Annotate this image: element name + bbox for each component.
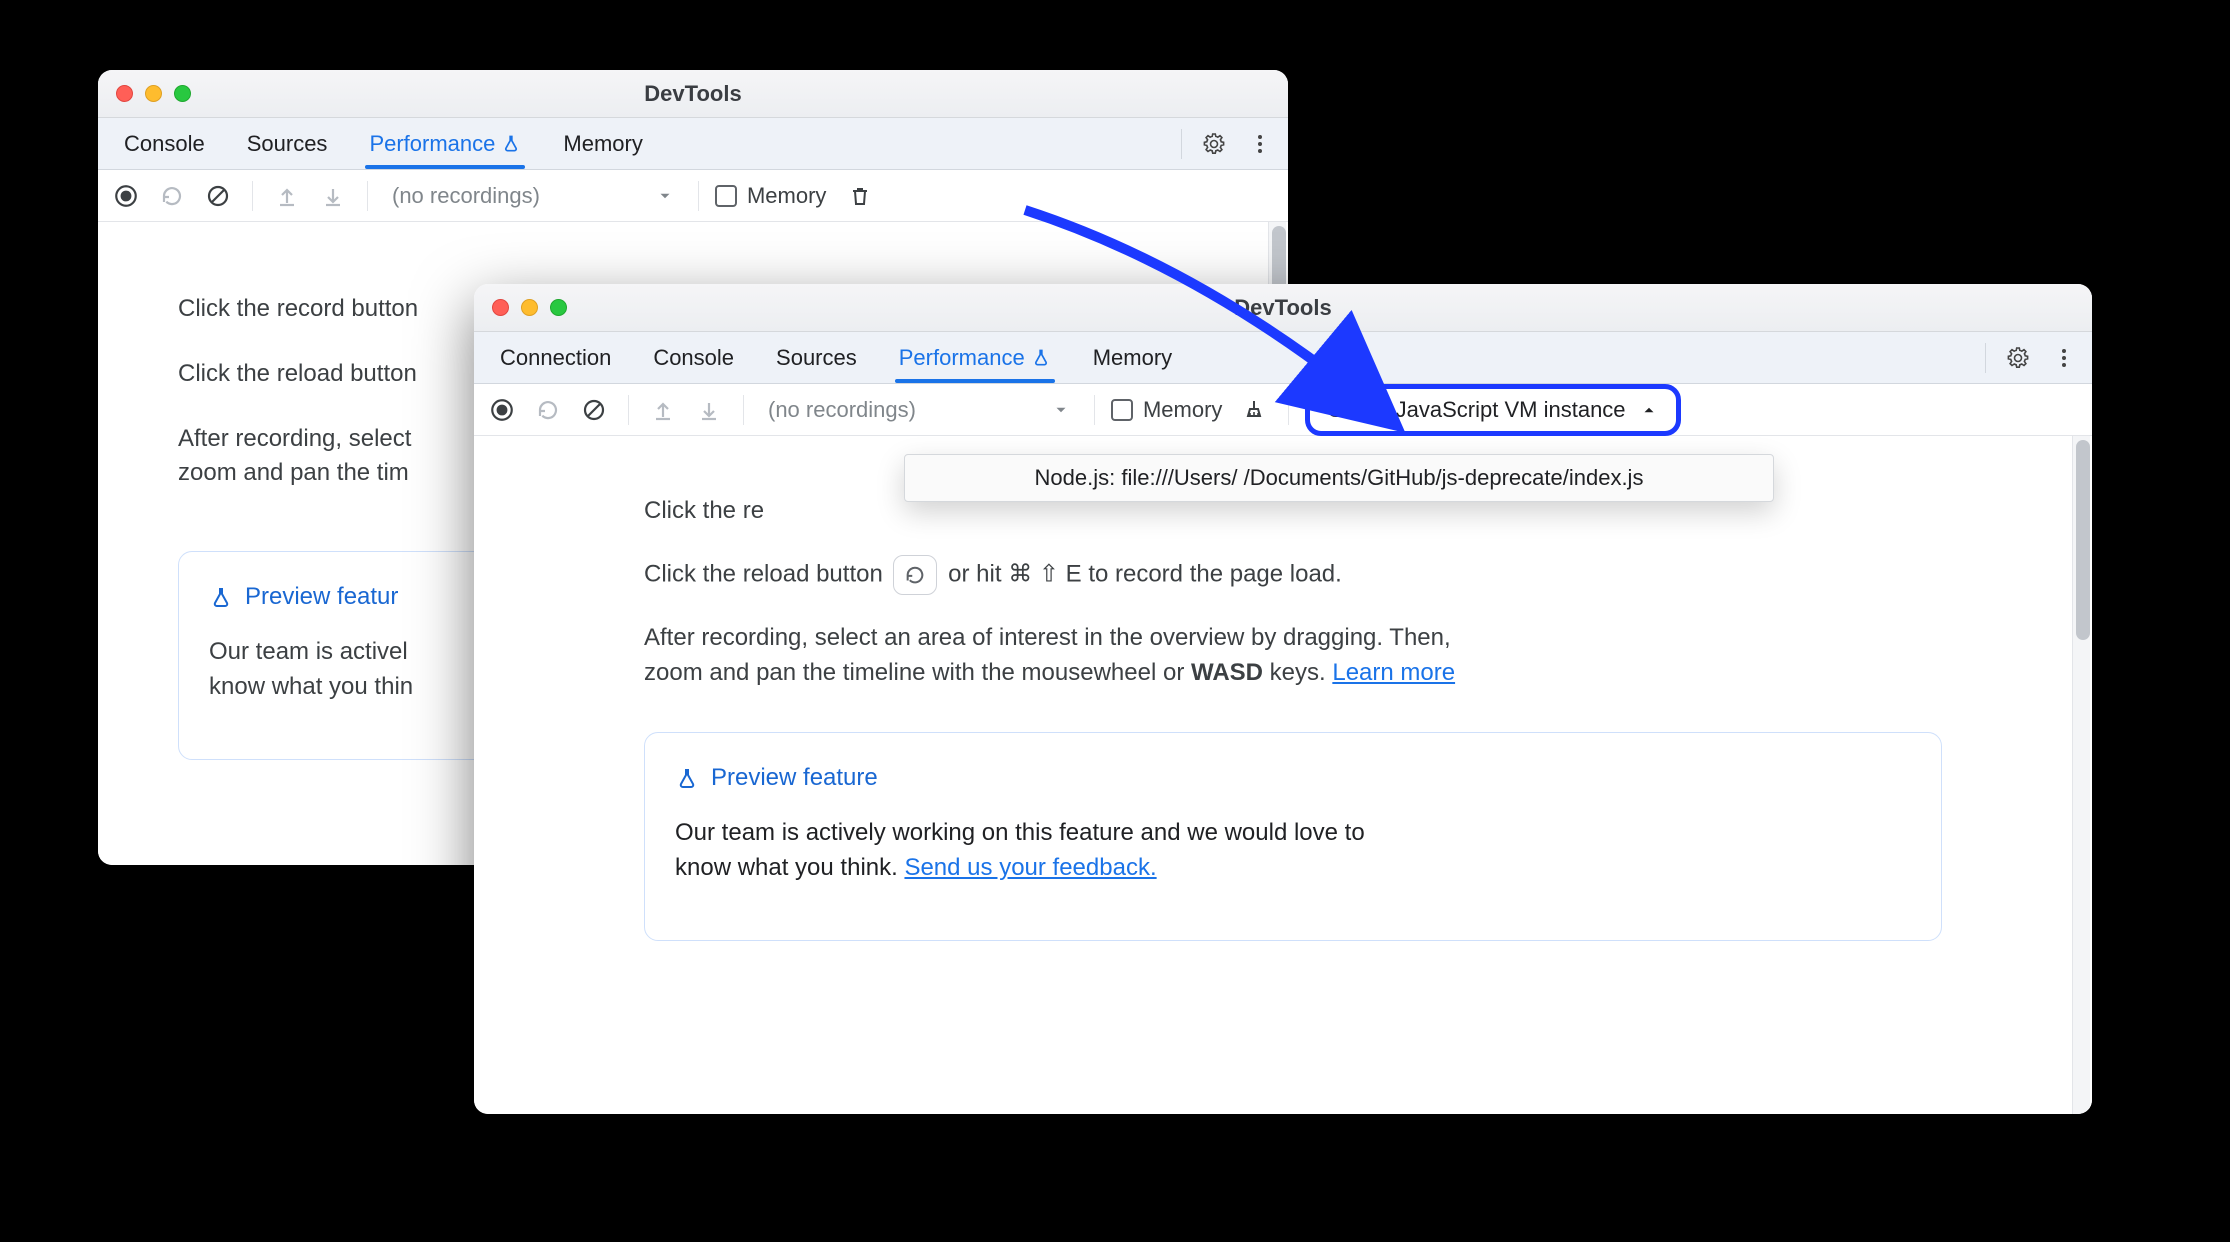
memory-checkbox-label: Memory bbox=[747, 183, 826, 209]
recordings-dropdown[interactable]: (no recordings) bbox=[760, 397, 1078, 423]
vm-instance-select[interactable]: Select JavaScript VM instance bbox=[1305, 384, 1680, 436]
recordings-dropdown[interactable]: (no recordings) bbox=[384, 183, 682, 209]
tab-console[interactable]: Console bbox=[106, 118, 223, 169]
vm-select-label: Select JavaScript VM instance bbox=[1328, 397, 1625, 423]
preview-feature-card: Preview feature Our team is actively wor… bbox=[644, 732, 1942, 940]
hint-reload: Click the reload button or hit ⌘ ⇧ E to … bbox=[644, 555, 1942, 595]
performance-content: Node.js: file:///Users/ /Documents/GitHu… bbox=[474, 436, 2092, 1114]
chevron-down-icon bbox=[656, 187, 674, 205]
garbage-collect-button[interactable] bbox=[842, 178, 878, 214]
learn-more-link[interactable]: Learn more bbox=[1332, 659, 1455, 686]
window-title: DevTools bbox=[98, 81, 1288, 107]
zoom-icon[interactable] bbox=[550, 299, 567, 316]
feedback-link[interactable]: Send us your feedback. bbox=[904, 854, 1156, 881]
hint-after-line2: zoom and pan the tim bbox=[178, 459, 409, 486]
reload-record-button[interactable] bbox=[530, 392, 566, 428]
performance-toolbar: (no recordings) Memory bbox=[98, 170, 1288, 222]
preview-title-text: Preview featur bbox=[245, 580, 398, 615]
memory-checkbox[interactable] bbox=[715, 185, 737, 207]
flask-icon bbox=[501, 134, 521, 154]
collect-garbage-button[interactable] bbox=[1236, 392, 1272, 428]
tab-connection[interactable]: Connection bbox=[482, 332, 629, 383]
reload-icon bbox=[893, 555, 937, 595]
panel-tabs: Connection Console Sources Performance M… bbox=[474, 332, 2092, 384]
preview-body-line1: Our team is activel bbox=[209, 638, 408, 665]
minimize-icon[interactable] bbox=[145, 85, 162, 102]
recordings-label: (no recordings) bbox=[768, 397, 916, 423]
titlebar[interactable]: DevTools bbox=[474, 284, 2092, 332]
tab-sources[interactable]: Sources bbox=[229, 118, 346, 169]
devtools-window-front: DevTools Connection Console Sources Perf… bbox=[474, 284, 2092, 1114]
upload-button[interactable] bbox=[645, 392, 681, 428]
upload-button[interactable] bbox=[269, 178, 305, 214]
hint-after-line1: After recording, select bbox=[178, 425, 411, 452]
window-title: DevTools bbox=[474, 295, 2092, 321]
clear-button[interactable] bbox=[576, 392, 612, 428]
kebab-menu-button[interactable] bbox=[2044, 338, 2084, 378]
preview-body-line2: know what you think. bbox=[675, 854, 904, 881]
minimize-icon[interactable] bbox=[521, 299, 538, 316]
zoom-icon[interactable] bbox=[174, 85, 191, 102]
settings-button[interactable] bbox=[1998, 338, 2038, 378]
tab-label: Performance bbox=[369, 131, 495, 157]
tab-label: Performance bbox=[899, 345, 1025, 371]
download-button[interactable] bbox=[315, 178, 351, 214]
record-button[interactable] bbox=[484, 392, 520, 428]
tab-console[interactable]: Console bbox=[635, 332, 752, 383]
reload-record-button[interactable] bbox=[154, 178, 190, 214]
recordings-label: (no recordings) bbox=[392, 183, 540, 209]
download-button[interactable] bbox=[691, 392, 727, 428]
chevron-up-icon bbox=[1640, 401, 1658, 419]
preview-body-line2: know what you thin bbox=[209, 673, 413, 700]
tab-performance[interactable]: Performance bbox=[351, 118, 539, 169]
close-icon[interactable] bbox=[116, 85, 133, 102]
tab-performance[interactable]: Performance bbox=[881, 332, 1069, 383]
panel-tabs: Console Sources Performance Memory bbox=[98, 118, 1288, 170]
memory-checkbox[interactable] bbox=[1111, 399, 1133, 421]
tab-sources[interactable]: Sources bbox=[758, 332, 875, 383]
clear-button[interactable] bbox=[200, 178, 236, 214]
close-icon[interactable] bbox=[492, 299, 509, 316]
wasd-text: WASD bbox=[1191, 659, 1263, 686]
flask-icon bbox=[209, 586, 233, 610]
memory-checkbox-label: Memory bbox=[1143, 397, 1222, 423]
chevron-down-icon bbox=[1052, 401, 1070, 419]
flask-icon bbox=[1031, 348, 1051, 368]
tab-memory[interactable]: Memory bbox=[545, 118, 660, 169]
preview-body-line1: Our team is actively working on this fea… bbox=[675, 819, 1365, 846]
tab-memory[interactable]: Memory bbox=[1075, 332, 1190, 383]
shortcut-keys: ⌘ ⇧ E bbox=[1008, 560, 1081, 587]
hint-record: Click the re bbox=[644, 494, 1942, 529]
preview-title-text: Preview feature bbox=[711, 761, 878, 796]
settings-button[interactable] bbox=[1194, 124, 1234, 164]
performance-toolbar: (no recordings) Memory Select JavaScript… bbox=[474, 384, 2092, 436]
kebab-menu-button[interactable] bbox=[1240, 124, 1280, 164]
hint-after: After recording, select an area of inter… bbox=[644, 621, 1942, 691]
titlebar[interactable]: DevTools bbox=[98, 70, 1288, 118]
flask-icon bbox=[675, 767, 699, 791]
record-button[interactable] bbox=[108, 178, 144, 214]
